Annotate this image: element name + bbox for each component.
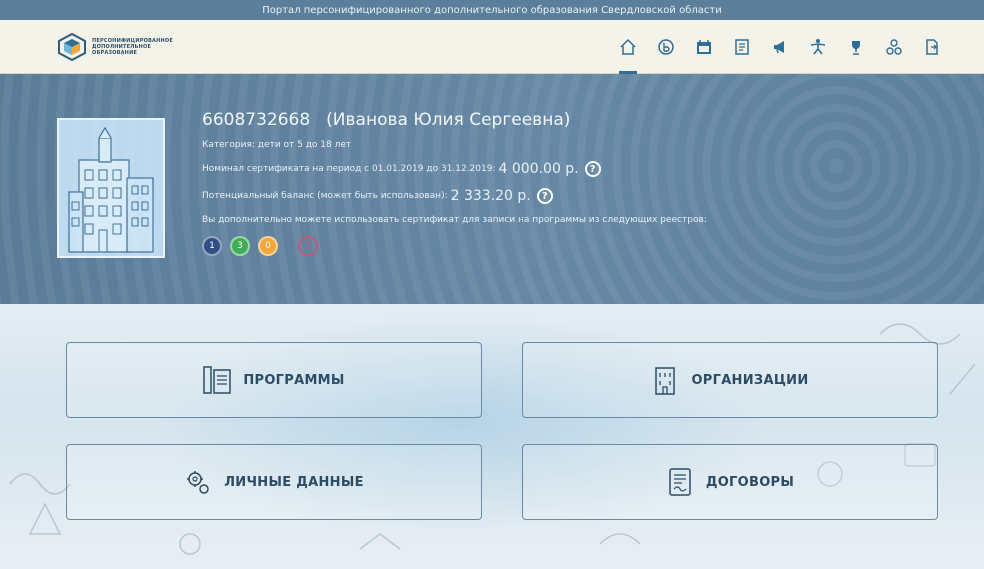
category-line: Категория: дети от 5 до 18 лет (202, 140, 707, 150)
certificate-holder: 6608732668 (Иванова Юлия Сергеевна) (202, 110, 707, 130)
portal-title: Портал персонифицированного дополнительн… (262, 4, 722, 16)
megaphone-icon (774, 41, 784, 54)
registry-badge[interactable]: 3 (230, 236, 250, 256)
gears-icon (187, 471, 209, 494)
portal-logo[interactable]: ПЕРСОНИФИЦИРОВАННОЕ ДОПОЛНИТЕЛЬНОЕ ОБРАЗ… (58, 32, 208, 62)
nav-community[interactable] (875, 34, 913, 60)
logo-text: ПЕРСОНИФИЦИРОВАННОЕ ДОПОЛНИТЕЛЬНОЕ ОБРАЗ… (92, 38, 173, 56)
programs-label: ПРОГРАММЫ (243, 372, 345, 388)
nav-documents[interactable] (723, 34, 761, 60)
nav-balance[interactable] (647, 34, 685, 60)
category-text: Категория: дети от 5 до 18 лет (202, 140, 352, 150)
nav-logout[interactable] (913, 34, 951, 60)
programs-button[interactable]: ПРОГРАММЫ (66, 342, 482, 418)
organizations-icon (655, 367, 676, 395)
holder-name: (Иванова Юлия Сергеевна) (326, 110, 571, 130)
registry-badge[interactable]: 0 (258, 236, 278, 256)
balance-help-icon[interactable]: ? (536, 188, 553, 204)
organizations-button[interactable]: ОРГАНИЗАЦИИ (522, 342, 938, 418)
main-menu-area: ПРОГРАММЫ ОРГАНИЗАЦИИ ЛИЧНЫЕ ДАННЫЕ ДОГО… (0, 304, 984, 569)
home-icon (620, 38, 636, 55)
avatar (57, 118, 165, 258)
certificate-profile-panel: 6608732668 (Иванова Юлия Сергеевна) Катег… (0, 74, 984, 304)
nav-sport[interactable] (799, 34, 837, 60)
document-icon (735, 39, 749, 55)
certificate-number: 6608732668 (202, 110, 311, 130)
nav-icon-bar (609, 34, 951, 74)
logo-icon (58, 33, 86, 61)
portal-title-bar: Портал персонифицированного дополнительн… (0, 0, 984, 20)
nominal-line: Номинал сертификата на период с 01.01.20… (202, 161, 707, 177)
organizations-label: ОРГАНИЗАЦИИ (691, 372, 809, 388)
nav-announcements[interactable] (761, 34, 799, 60)
programs-icon (203, 366, 232, 394)
logout-icon (926, 39, 938, 55)
personal-data-label: ЛИЧНЫЕ ДАННЫЕ (224, 474, 364, 490)
registry-help-icon[interactable]: ? (298, 236, 318, 256)
registry-badges: 1 3 0 ? (202, 236, 707, 256)
sport-icon (810, 39, 826, 55)
contract-icon (669, 468, 691, 496)
nominal-help-icon[interactable]: ? (584, 161, 601, 177)
certificate-info: 6608732668 (Иванова Юлия Сергеевна) Катег… (202, 110, 707, 256)
personal-data-button[interactable]: ЛИЧНЫЕ ДАННЫЕ (66, 444, 482, 520)
contracts-button[interactable]: ДОГОВОРЫ (522, 444, 938, 520)
registry-badge[interactable]: 1 (202, 236, 222, 256)
calendar-icon (697, 40, 711, 54)
registries-line: Вы дополнительно можете использовать сер… (202, 215, 707, 225)
nav-home[interactable] (609, 34, 647, 74)
nominal-label: Номинал сертификата на период с 01.01.20… (202, 164, 496, 174)
balance-line: Потенциальный баланс (может быть использ… (202, 188, 707, 204)
nav-calendar[interactable] (685, 34, 723, 60)
building-illustration-icon (59, 120, 163, 256)
balance-icon (658, 39, 674, 55)
nav-achievements[interactable] (837, 34, 875, 60)
trophy-icon (852, 41, 860, 55)
main-navbar: ПЕРСОНИФИЦИРОВАННОЕ ДОПОЛНИТЕЛЬНОЕ ОБРАЗ… (0, 20, 984, 74)
nominal-value: 4 000.00 р. (498, 161, 579, 177)
registries-label: Вы дополнительно можете использовать сер… (202, 215, 707, 225)
balance-value: 2 333.20 р. (450, 188, 531, 204)
contracts-label: ДОГОВОРЫ (705, 474, 795, 490)
people-icon (886, 39, 902, 55)
balance-label: Потенциальный баланс (может быть использ… (202, 191, 448, 201)
